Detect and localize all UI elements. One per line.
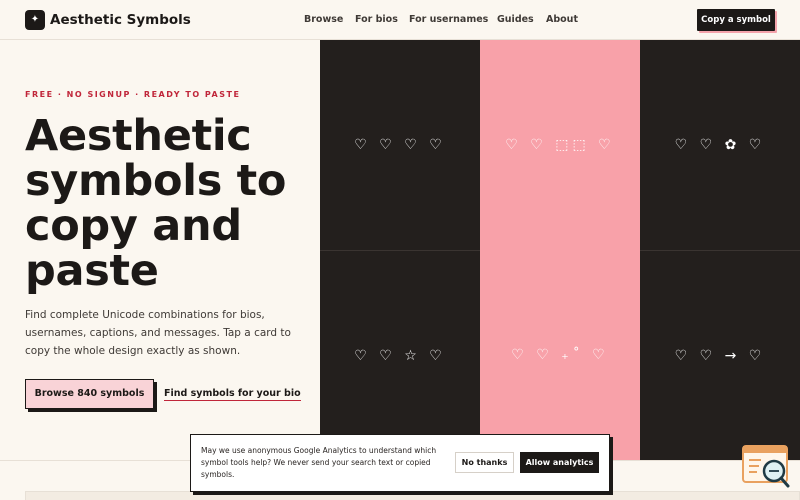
analytics-consent-banner: May we use anonymous Google Analytics to… <box>190 434 610 492</box>
brand-name[interactable]: Aesthetic Symbols <box>50 11 191 29</box>
nav-guides[interactable]: Guides <box>497 13 534 27</box>
decline-analytics-button[interactable]: No thanks <box>455 452 514 473</box>
symbol-card[interactable]: ♡ ♡ → ♡ <box>640 250 800 460</box>
hero-title-line: symbols to <box>25 156 287 206</box>
site-header: ✦ Aesthetic Symbols Browse For bios For … <box>0 0 800 40</box>
hero-title-line: Aesthetic <box>25 111 252 161</box>
sparkle-logo-icon[interactable]: ✦ <box>25 10 45 30</box>
search-assistant-icon-graphic <box>742 445 790 488</box>
hero-description: Find complete Unicode combinations for b… <box>25 309 291 357</box>
nav-about[interactable]: About <box>546 13 578 27</box>
hero-title: Aesthetic symbols to copy and paste <box>25 114 315 294</box>
hero-title-line: copy and <box>25 201 242 251</box>
allow-analytics-button[interactable]: Allow analytics <box>520 452 599 473</box>
consent-text: May we use anonymous Google Analytics to… <box>201 446 437 479</box>
symbol-card[interactable]: ♡ ♡ ♡ ♡ <box>320 40 480 250</box>
hero-title-line: paste <box>25 246 159 296</box>
symbol-card[interactable]: ♡ ♡ ⬚⬚ ♡ <box>480 40 640 250</box>
bio-symbols-link[interactable]: Find symbols for your bio <box>164 387 301 401</box>
symbol-card[interactable]: ♡ ♡ ✿ ♡ <box>640 40 800 250</box>
nav-browse[interactable]: Browse <box>304 13 343 27</box>
browse-symbols-button[interactable]: Browse 840 symbols <box>25 379 154 409</box>
symbol-card[interactable]: ♡ ♡ ₊˚ ♡ <box>480 250 640 460</box>
nav-for-usernames[interactable]: For usernames <box>409 13 488 27</box>
nav-for-bios[interactable]: For bios <box>355 13 398 27</box>
search-assistant-icon[interactable] <box>741 444 791 490</box>
symbol-card[interactable]: ♡ ♡ ☆ ♡ <box>320 250 480 460</box>
next-section-panel <box>25 491 800 500</box>
hero-eyebrow: FREE · NO SIGNUP · READY TO PASTE <box>25 90 241 99</box>
copy-symbol-button[interactable]: Copy a symbol <box>697 9 775 31</box>
